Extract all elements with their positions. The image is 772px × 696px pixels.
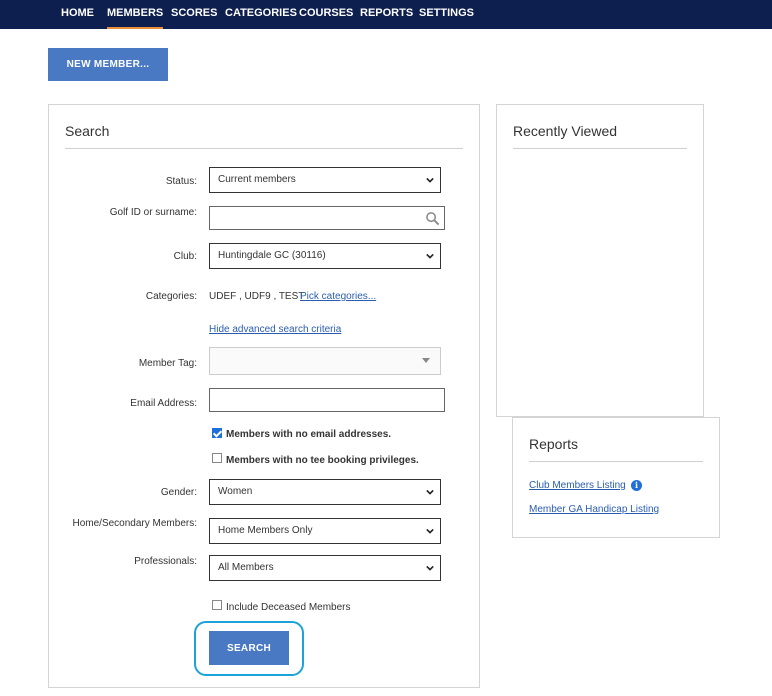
deceased-checkbox[interactable] — [212, 600, 222, 610]
chevron-down-icon — [426, 177, 434, 183]
golf-id-label: Golf ID or surname: — [109, 207, 197, 218]
gender-select[interactable]: Women — [209, 479, 441, 505]
status-select-value: Current members — [218, 174, 296, 185]
chevron-down-icon — [426, 489, 434, 495]
status-label: Status: — [165, 176, 197, 187]
deceased-label: Include Deceased Members — [226, 602, 351, 613]
nav-courses[interactable]: COURSES — [299, 0, 353, 29]
info-icon[interactable]: i — [631, 480, 642, 491]
search-panel-divider — [65, 148, 463, 149]
categories-value: UDEF , UDF9 , TEST — [209, 291, 305, 302]
recently-viewed-panel — [496, 104, 704, 417]
professionals-select[interactable]: All Members — [209, 555, 441, 581]
nav-members[interactable]: MEMBERS — [107, 0, 164, 29]
search-button[interactable]: SEARCH — [209, 631, 289, 665]
report-member-ga-handicap-listing[interactable]: Member GA Handicap Listing — [529, 504, 659, 515]
chevron-down-icon — [426, 528, 434, 534]
no-tee-label: Members with no tee booking privileges. — [226, 455, 419, 466]
report-club-members-listing[interactable]: Club Members Listing — [529, 480, 626, 491]
recently-viewed-title: Recently Viewed — [513, 123, 618, 139]
nav-categories[interactable]: CATEGORIES — [225, 0, 297, 29]
member-tag-select[interactable] — [209, 347, 441, 375]
nav-settings[interactable]: SETTINGS — [419, 0, 474, 29]
professionals-label: Professionals: — [134, 556, 197, 567]
reports-title: Reports — [529, 436, 579, 452]
chevron-down-icon — [426, 565, 434, 571]
club-select[interactable]: Huntingdale GC (30116) — [209, 243, 441, 269]
no-tee-checkbox[interactable] — [212, 453, 222, 463]
categories-label: Categories: — [145, 291, 197, 302]
pick-categories-link[interactable]: Pick categories... — [300, 291, 376, 302]
recently-viewed-divider — [513, 148, 687, 149]
home-secondary-select-value: Home Members Only — [218, 525, 313, 536]
email-input[interactable] — [209, 388, 445, 412]
hide-advanced-link[interactable]: Hide advanced search criteria — [209, 324, 341, 335]
email-label: Email Address: — [130, 398, 197, 409]
top-navigation: HOME MEMBERS SCORES CATEGORIES COURSES R… — [0, 0, 772, 29]
no-email-checkbox[interactable] — [212, 428, 222, 438]
club-select-value: Huntingdale GC (30116) — [218, 250, 326, 261]
chevron-down-icon — [426, 253, 434, 259]
reports-divider — [529, 461, 703, 462]
nav-reports[interactable]: REPORTS — [360, 0, 413, 29]
club-label: Club: — [173, 251, 197, 262]
golf-id-input[interactable] — [209, 206, 445, 230]
gender-label: Gender: — [160, 487, 197, 498]
member-tag-label: Member Tag: — [138, 358, 197, 369]
nav-scores[interactable]: SCORES — [171, 0, 217, 29]
home-secondary-label: Home/Secondary Members: — [72, 518, 198, 529]
status-select[interactable]: Current members — [209, 167, 441, 193]
no-email-label: Members with no email addresses. — [226, 429, 392, 440]
nav-home[interactable]: HOME — [61, 0, 94, 29]
search-panel-title: Search — [65, 123, 110, 139]
gender-select-value: Women — [218, 486, 253, 497]
home-secondary-select[interactable]: Home Members Only — [209, 518, 441, 544]
professionals-select-value: All Members — [218, 562, 274, 573]
new-member-button[interactable]: NEW MEMBER... — [48, 48, 168, 81]
magnifier-icon[interactable] — [425, 211, 440, 226]
caret-down-icon — [422, 358, 430, 363]
